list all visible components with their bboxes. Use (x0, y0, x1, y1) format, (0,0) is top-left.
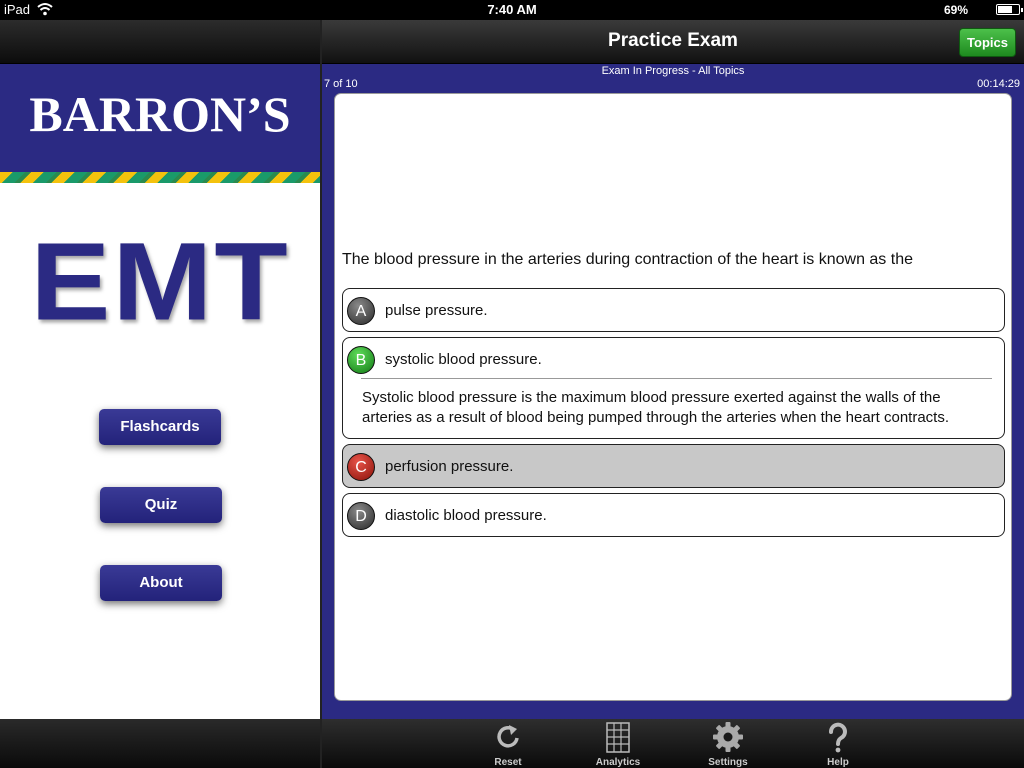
exam-timer: 00:14:29 (977, 78, 1020, 90)
question-progress: 7 of 10 (324, 78, 358, 90)
question-card: The blood pressure in the arteries durin… (334, 93, 1012, 701)
option-letter-badge: A (347, 297, 375, 325)
analytics-icon (606, 722, 630, 753)
sidebar-footer (0, 719, 320, 768)
answer-option-c[interactable]: C perfusion pressure. (342, 444, 1005, 488)
answer-option-a[interactable]: A pulse pressure. (342, 288, 1005, 332)
option-text: systolic blood pressure. (385, 351, 542, 368)
answer-option-b[interactable]: B systolic blood pressure. Systolic bloo… (342, 337, 1005, 439)
brand-banner: BARRON’S (0, 64, 320, 172)
exam-content: Exam In Progress - All Topics 7 of 10 00… (322, 64, 1024, 719)
quiz-button[interactable]: Quiz (100, 487, 222, 523)
option-letter-badge: C (347, 453, 375, 481)
brand-stripe (0, 172, 320, 183)
option-text: perfusion pressure. (385, 458, 514, 475)
help-button[interactable]: Help (798, 721, 878, 768)
help-label: Help (827, 757, 849, 768)
battery-fill (998, 6, 1012, 13)
answer-explanation: Systolic blood pressure is the maximum b… (362, 389, 950, 426)
reset-icon (497, 725, 519, 748)
flashcards-button[interactable]: Flashcards (99, 409, 221, 445)
battery-percent: 69% (943, 3, 968, 17)
brand-logo: BARRON’S (29, 86, 291, 142)
option-text: pulse pressure. (385, 302, 488, 319)
exam-status: Exam In Progress - All Topics (601, 65, 745, 77)
help-icon (829, 722, 847, 753)
option-text: diastolic blood pressure. (385, 507, 547, 524)
analytics-button[interactable]: Analytics (578, 721, 658, 768)
exam-pane: Practice Exam Topics Exam In Progress - … (322, 20, 1024, 768)
option-letter-badge: D (347, 502, 375, 530)
nav-bar: Practice Exam Topics (322, 20, 1024, 64)
reset-label: Reset (494, 757, 522, 768)
analytics-label: Analytics (595, 757, 641, 768)
sidebar: BARRON’S EMT Flashcards Quiz About (0, 20, 320, 768)
settings-button[interactable]: Settings (688, 721, 768, 768)
gear-icon (713, 722, 743, 752)
status-bar: iPad 7:40 AM 69% (0, 0, 1024, 20)
page-title: Practice Exam (608, 30, 738, 51)
battery-icon (996, 4, 1023, 15)
option-letter-badge: B (347, 346, 375, 374)
answer-option-d[interactable]: D diastolic blood pressure. (342, 493, 1005, 537)
about-button[interactable]: About (100, 565, 222, 601)
settings-label: Settings (708, 757, 748, 768)
explanation-divider (361, 378, 992, 379)
product-title: EMT (30, 220, 290, 344)
reset-button[interactable]: Reset (468, 721, 548, 768)
sidebar-header (0, 20, 320, 64)
question-text: The blood pressure in the arteries durin… (342, 251, 913, 268)
topics-button[interactable]: Topics (959, 28, 1016, 57)
clock: 7:40 AM (487, 2, 537, 17)
bottom-toolbar: Reset Analytics Settings Help (322, 719, 1024, 768)
